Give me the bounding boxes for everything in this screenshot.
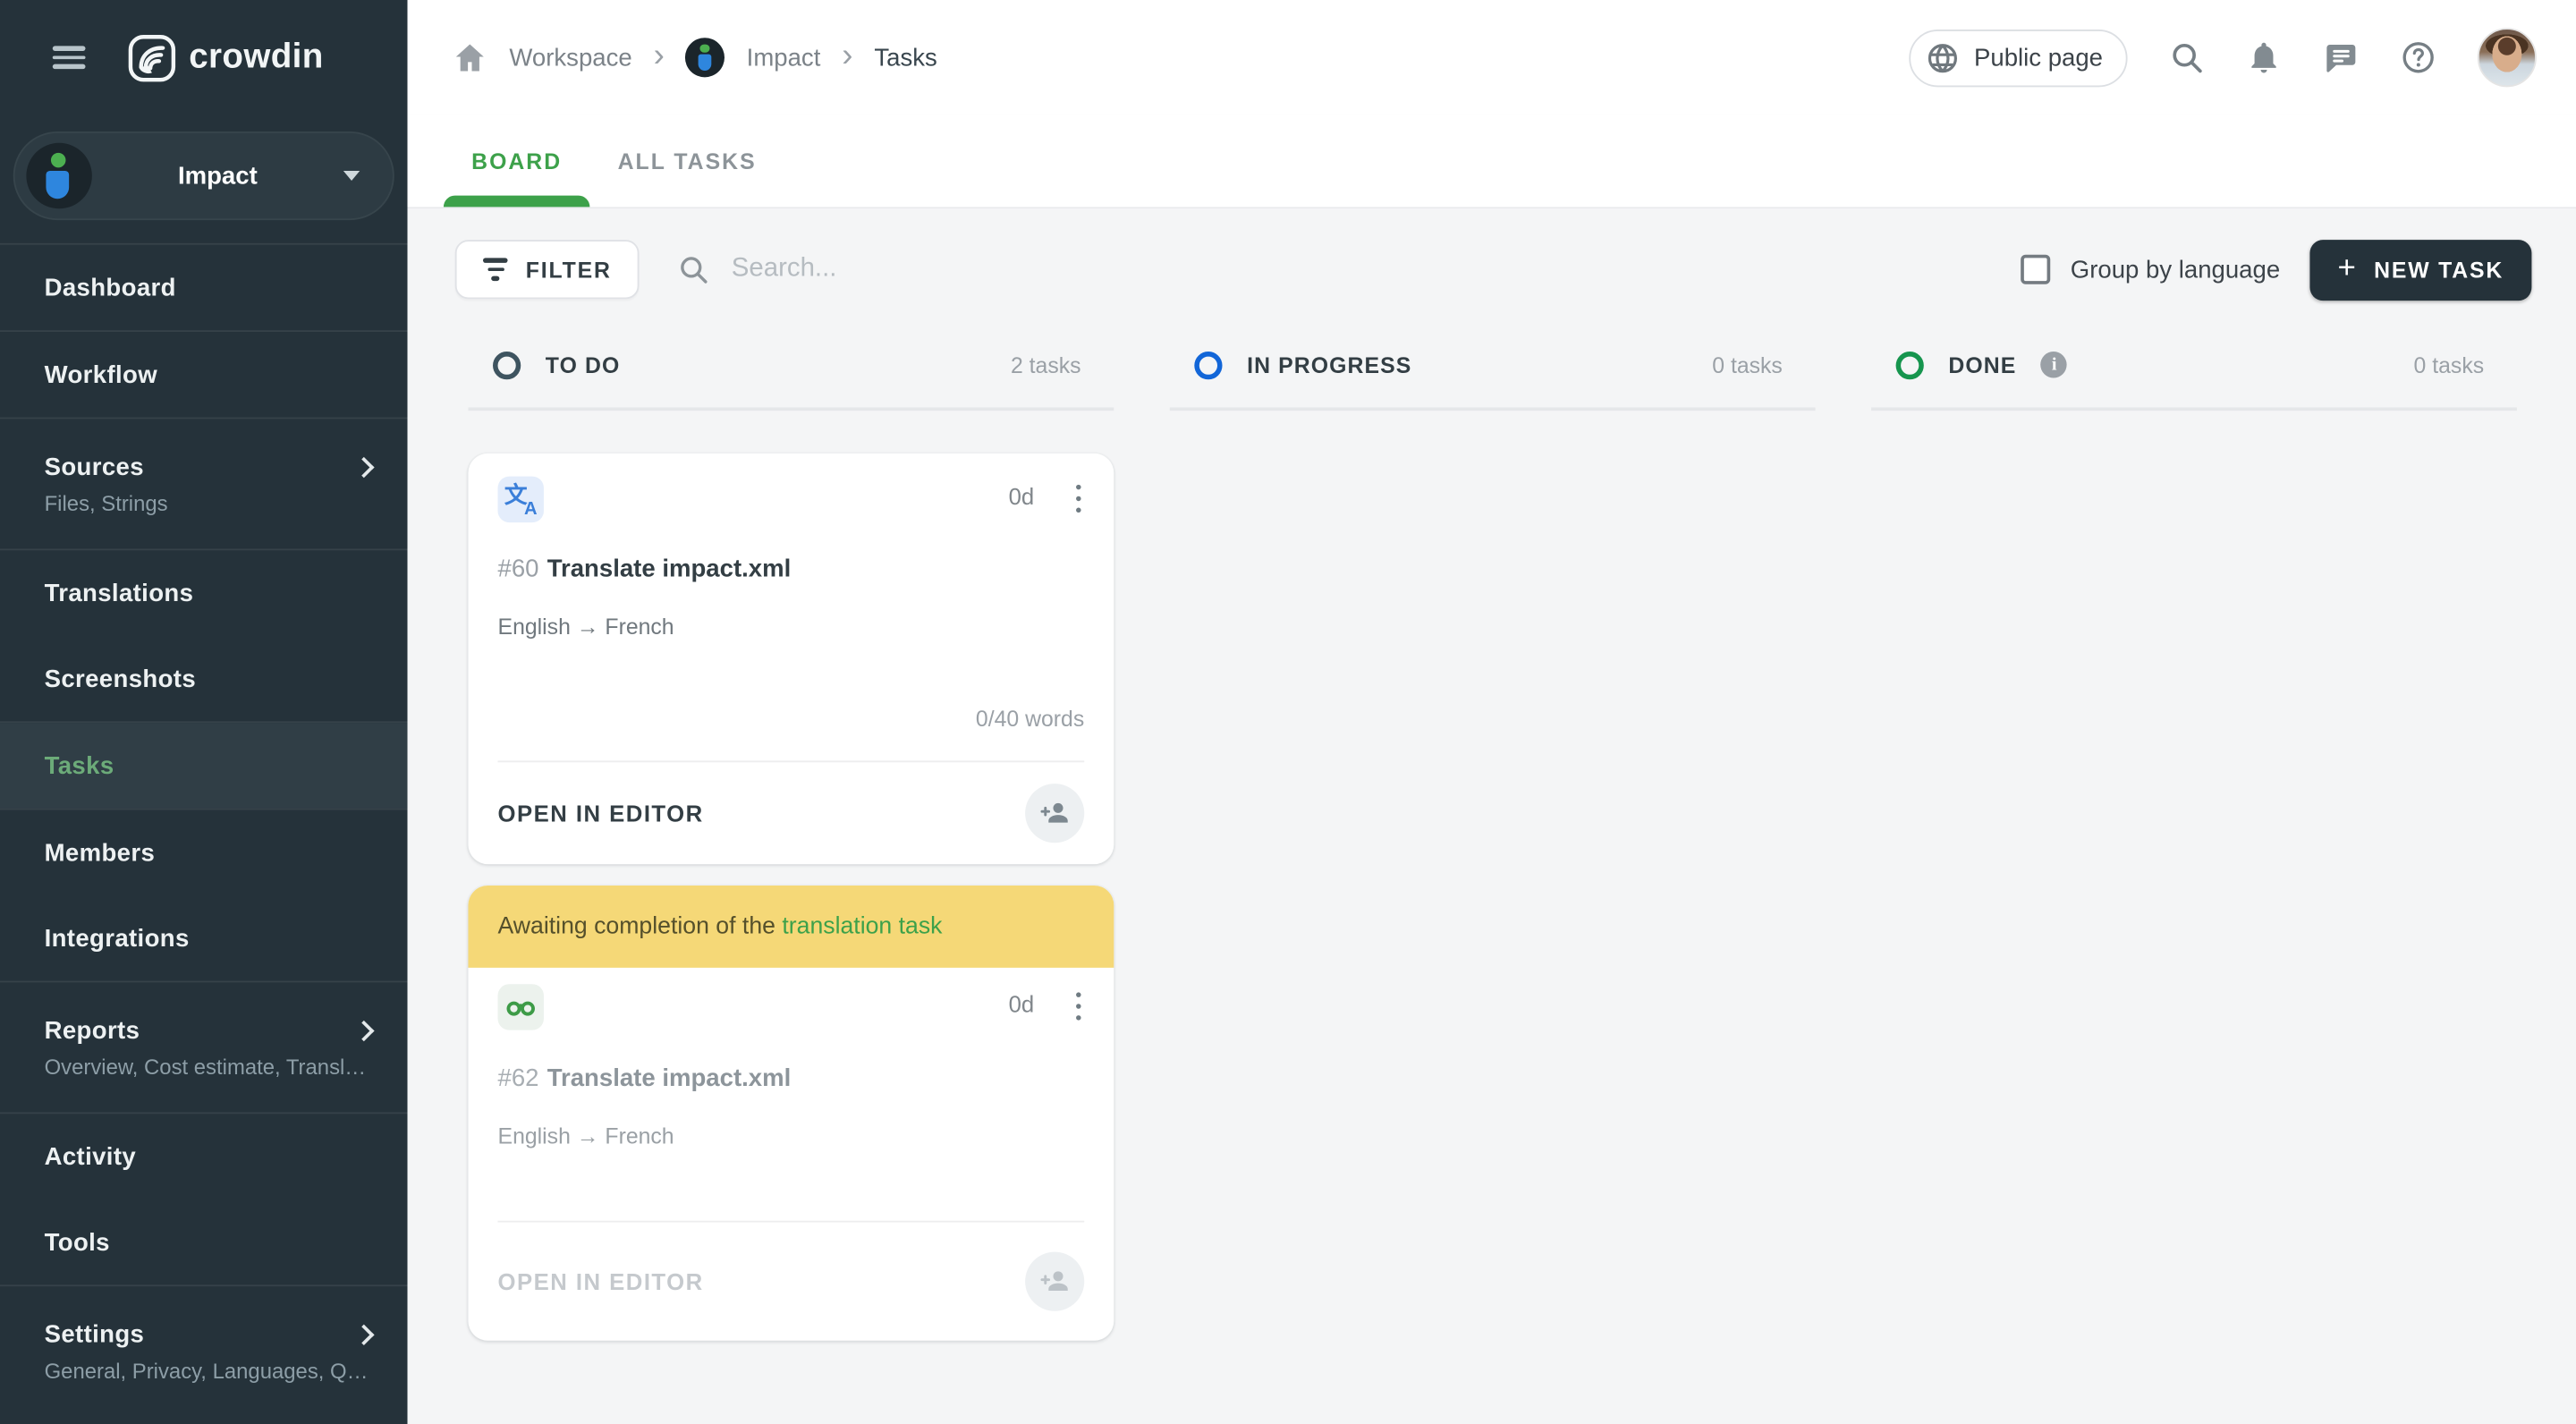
breadcrumb-current-page: Tasks xyxy=(874,43,937,72)
board-content: FILTER Group by language + NEW TASK xyxy=(407,208,2576,1424)
group-by-language-checkbox[interactable] xyxy=(2021,254,2051,284)
chevron-right-icon xyxy=(353,1323,375,1345)
open-in-editor-link-disabled: OPEN IN EDITOR xyxy=(497,1267,704,1294)
tab-board[interactable]: BOARD xyxy=(443,115,590,208)
toolbar: FILTER Group by language + NEW TASK xyxy=(408,208,2576,301)
done-status-icon xyxy=(1895,351,1924,379)
sidebar-item-settings[interactable]: Settings General, Privacy, Languages, Q… xyxy=(0,1286,408,1416)
plus-icon: + xyxy=(2337,251,2356,286)
breadcrumb: Workspace › Impact › Tasks xyxy=(452,37,1908,78)
assign-button[interactable] xyxy=(1025,1250,1085,1310)
project-avatar xyxy=(26,142,92,209)
sidebar-item-members[interactable]: Members xyxy=(0,810,408,896)
column-todo-header: TO DO 2 tasks xyxy=(468,345,1114,385)
task-card-60[interactable]: 文 A 0d #60 Translate impact.xml English →… xyxy=(468,453,1114,864)
divider xyxy=(468,407,1114,411)
crowdin-wordmark: crowdin xyxy=(189,38,324,76)
info-icon[interactable]: i xyxy=(2040,352,2068,378)
task-language-pair: English → French xyxy=(497,1123,674,1148)
crowdin-logo[interactable]: crowdin xyxy=(128,34,323,81)
search-icon[interactable] xyxy=(2168,39,2204,75)
search-icon xyxy=(681,257,708,284)
crowdin-logo-mark xyxy=(128,34,176,81)
person-add-icon xyxy=(1040,1270,1068,1291)
todo-count: 2 tasks xyxy=(1010,352,1081,377)
public-page-button[interactable]: Public page xyxy=(1908,29,2128,87)
task-card-62[interactable]: Awaiting completion of the translation t… xyxy=(468,885,1114,1340)
sidebar-item-reports[interactable]: Reports Overview, Cost estimate, Transl… xyxy=(0,982,408,1112)
chat-icon[interactable] xyxy=(2323,39,2359,75)
sidebar-item-translations[interactable]: Translations xyxy=(0,550,408,636)
in-progress-count: 0 tasks xyxy=(1712,352,1783,377)
new-task-button[interactable]: + NEW TASK xyxy=(2309,239,2532,301)
main-area: Workspace › Impact › Tasks Public page B… xyxy=(407,0,2576,1424)
in-progress-status-icon xyxy=(1194,351,1223,379)
kebab-menu-icon[interactable] xyxy=(1072,988,1084,1023)
group-by-language-label: Group by language xyxy=(2070,255,2281,284)
chevron-right-icon: › xyxy=(653,37,665,73)
due-badge: 0d xyxy=(1008,989,1035,1017)
breadcrumb-workspace[interactable]: Workspace xyxy=(509,44,631,72)
kanban-columns: TO DO 2 tasks 文 A 0d #60 Translate impac… xyxy=(408,299,2576,1340)
breadcrumb-project[interactable]: Impact xyxy=(747,44,821,72)
sidebar: crowdin Impact Dashboard Workflow Source… xyxy=(0,0,408,1424)
open-in-editor-link[interactable]: OPEN IN EDITOR xyxy=(498,800,704,826)
top-actions: Public page xyxy=(1908,28,2537,88)
sidebar-top: crowdin xyxy=(0,0,408,115)
column-in-progress: IN PROGRESS 0 tasks xyxy=(1169,345,1816,1340)
home-icon[interactable] xyxy=(452,39,487,75)
done-count: 0 tasks xyxy=(2413,352,2485,377)
tab-all-tasks[interactable]: ALL TASKS xyxy=(589,115,784,208)
column-done: DONE i 0 tasks xyxy=(1871,345,2517,1340)
task-language-pair: English → French xyxy=(497,614,674,639)
column-todo: TO DO 2 tasks 文 A 0d #60 Translate impac… xyxy=(468,345,1114,1340)
filter-button[interactable]: FILTER xyxy=(454,240,640,300)
help-icon[interactable] xyxy=(2400,39,2436,75)
column-in-progress-header: IN PROGRESS 0 tasks xyxy=(1170,345,1816,385)
kebab-menu-icon[interactable] xyxy=(1072,480,1084,515)
bell-icon[interactable] xyxy=(2246,39,2282,75)
user-avatar[interactable] xyxy=(2477,28,2537,88)
awaiting-banner: Awaiting completion of the translation t… xyxy=(468,885,1114,967)
breadcrumb-project-avatar[interactable] xyxy=(685,38,725,78)
divider xyxy=(1169,407,1816,411)
column-done-header: DONE i 0 tasks xyxy=(1871,345,2517,385)
sidebar-item-tasks[interactable]: Tasks xyxy=(0,723,408,809)
chevron-right-icon xyxy=(353,1019,375,1041)
translation-task-link[interactable]: translation task xyxy=(782,912,942,938)
chevron-right-icon xyxy=(353,455,375,478)
assign-button[interactable] xyxy=(1025,783,1085,843)
task-title[interactable]: #62 Translate impact.xml xyxy=(498,1064,1085,1091)
proofread-icon xyxy=(497,983,544,1030)
crowdin-app: crowdin Impact Dashboard Workflow Source… xyxy=(0,0,2576,1424)
sidebar-item-workflow[interactable]: Workflow xyxy=(0,332,408,418)
sidebar-item-tools[interactable]: Tools xyxy=(0,1199,408,1285)
filter-icon xyxy=(482,259,508,281)
person-add-icon xyxy=(1040,801,1068,822)
tabs: BOARD ALL TASKS xyxy=(407,114,2576,209)
sidebar-item-integrations[interactable]: Integrations xyxy=(0,895,408,981)
task-title[interactable]: #60 Translate impact.xml xyxy=(498,555,1085,582)
todo-status-icon xyxy=(493,351,521,379)
due-badge: 0d xyxy=(1008,482,1035,509)
globe-icon xyxy=(1928,43,1957,72)
chevron-right-icon: › xyxy=(842,37,853,73)
project-name: Impact xyxy=(177,161,258,191)
group-by-language-toggle[interactable]: Group by language xyxy=(2021,254,2281,284)
sidebar-item-activity[interactable]: Activity xyxy=(0,1114,408,1199)
project-switcher[interactable]: Impact xyxy=(13,131,394,221)
hamburger-menu-icon[interactable] xyxy=(52,41,86,73)
word-count: 0/40 words xyxy=(975,705,1085,731)
top-bar: Workspace › Impact › Tasks Public page xyxy=(407,0,2576,115)
sidebar-item-screenshots[interactable]: Screenshots xyxy=(0,636,408,722)
divider xyxy=(1871,407,2517,411)
sidebar-item-sources[interactable]: Sources Files, Strings xyxy=(0,419,408,548)
sidebar-item-dashboard[interactable]: Dashboard xyxy=(0,245,408,331)
caret-down-icon xyxy=(343,171,360,182)
search-input[interactable] xyxy=(731,254,1389,284)
translate-icon: 文 A xyxy=(497,475,544,522)
search-bar xyxy=(677,253,2021,286)
